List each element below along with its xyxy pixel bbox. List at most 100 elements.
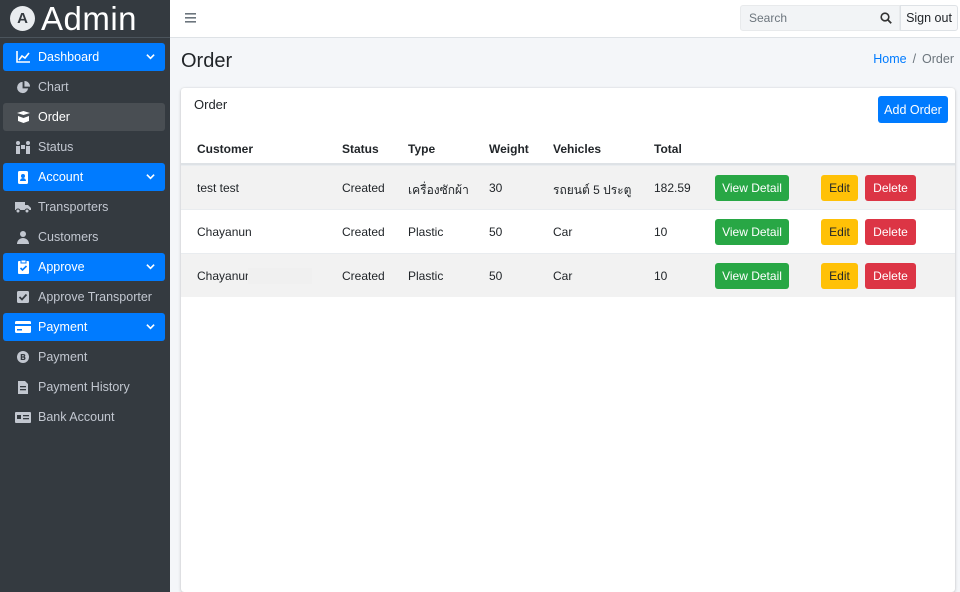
cell-total: 10 [654,269,668,283]
brand-logo-letter: A [17,10,28,27]
cell-vehicles: รถยนต์ 5 ประตู [553,183,632,197]
cell-total: 10 [654,225,668,239]
cell-vehicles: Car [553,225,573,239]
people-carry-icon [15,140,31,154]
breadcrumb-home-link[interactable]: Home [873,52,906,66]
breadcrumb: Home / Order [873,52,954,66]
sidebar-item-approve[interactable]: Approve [3,253,165,281]
search-box [740,5,900,31]
cell-vehicles: Car [553,269,573,283]
svg-text:B: B [20,353,26,362]
chevron-down-icon [146,170,155,184]
brand[interactable]: A Admin [0,0,170,38]
sidebar-item-label: Approve Transporter [38,290,152,304]
card-title: Order [194,97,228,112]
cell-customer: test test [197,181,240,195]
pie-chart-icon [15,80,31,94]
redacted-text [248,268,312,284]
address-book-icon [15,170,31,184]
clipboard-check-icon [15,260,31,274]
table-row: Chayanun Created Plastic 50 Car 10 View … [181,253,955,297]
sidebar-item-customers[interactable]: Customers [3,223,165,251]
cell-type: เครื่องซักผ้า [408,183,469,197]
truck-icon [15,200,31,214]
cell-status: Created [342,269,385,283]
search-icon[interactable] [873,6,899,30]
cell-weight: 50 [489,269,503,283]
sign-out-button[interactable]: Sign out [900,5,958,31]
sidebar-item-account[interactable]: Account [3,163,165,191]
breadcrumb-separator: / [912,52,917,66]
cell-weight: 30 [489,181,503,195]
sidebar-item-payment-group[interactable]: Payment [3,313,165,341]
delete-button[interactable]: Delete [865,219,916,245]
chart-area-icon [15,50,31,64]
view-detail-button[interactable]: View Detail [715,219,789,245]
cell-weight: 50 [489,225,503,239]
column-header-total: Total [654,142,682,156]
sidebar-item-dashboard[interactable]: Dashboard [3,43,165,71]
hamburger-menu-icon[interactable] [185,12,196,26]
sidebar-item-label: Approve [38,260,85,274]
column-header-weight: Weight [489,142,529,156]
credit-card-icon [15,320,31,334]
cell-customer: Chayanun [197,225,252,239]
sidebar-item-chart[interactable]: Chart [3,73,165,101]
sidebar-item-label: Payment [38,320,88,334]
sidebar-item-transporters[interactable]: Transporters [3,193,165,221]
box-open-icon [15,110,31,124]
table-row: Chayanun Created Plastic 50 Car 10 View … [181,209,955,253]
bitcoin-icon: B [15,350,31,364]
column-header-status: Status [342,142,379,156]
delete-button[interactable]: Delete [865,263,916,289]
sidebar-item-label: Transporters [38,200,109,214]
edit-button[interactable]: Edit [821,263,858,289]
page-title: Order [181,50,233,72]
edit-button[interactable]: Edit [821,219,858,245]
cell-total: 182.59 [654,181,691,195]
column-header-type: Type [408,142,436,156]
column-header-customer: Customer [197,142,254,156]
cell-type: Plastic [408,269,444,283]
sidebar-nav: Dashboard Chart Order Status Account Tra… [0,38,170,431]
view-detail-button[interactable]: View Detail [715,263,789,289]
sidebar-item-label: Chart [38,80,69,94]
cell-status: Created [342,225,385,239]
top-navbar: Sign out [170,0,960,38]
chevron-down-icon [146,260,155,274]
user-tie-icon [15,230,31,244]
column-header-vehicles: Vehicles [553,142,602,156]
breadcrumb-current: Order [922,52,954,66]
sidebar-item-label: Account [38,170,84,184]
sidebar-item-label: Dashboard [38,50,100,64]
cell-status: Created [342,181,385,195]
view-detail-button[interactable]: View Detail [715,175,789,201]
sidebar-item-label: Order [38,110,70,124]
sidebar-item-label: Bank Account [38,410,115,424]
sidebar-item-label: Payment [38,350,88,364]
delete-button[interactable]: Delete [865,175,916,201]
sidebar-item-payment-history[interactable]: Payment History [3,373,165,401]
sidebar-item-payment[interactable]: B Payment [3,343,165,371]
check-square-icon [15,290,31,304]
brand-logo: A [10,6,35,31]
sidebar-item-bank-account[interactable]: Bank Account [3,403,165,431]
sidebar-item-label: Payment History [38,380,130,394]
sidebar-item-label: Status [38,140,74,154]
table-row: test test Created เครื่องซักผ้า 30 รถยนต… [181,165,955,209]
sidebar-item-status[interactable]: Status [3,133,165,161]
cell-customer: Chayanun [197,269,252,283]
chevron-down-icon [146,320,155,334]
cell-type: Plastic [408,225,444,239]
order-card: Order Add Order Customer Status Type Wei… [181,88,955,592]
brand-title: Admin [41,0,138,37]
search-input[interactable] [741,6,873,30]
chevron-down-icon [146,50,155,64]
sidebar-item-label: Customers [38,230,99,244]
edit-button[interactable]: Edit [821,175,858,201]
money-check-icon [15,410,31,424]
add-order-button[interactable]: Add Order [878,96,948,123]
sidebar-item-order[interactable]: Order [3,103,165,131]
sidebar: A Admin Dashboard Chart Order Status Acc… [0,0,170,592]
sidebar-item-approve-transporter[interactable]: Approve Transporter [3,283,165,311]
